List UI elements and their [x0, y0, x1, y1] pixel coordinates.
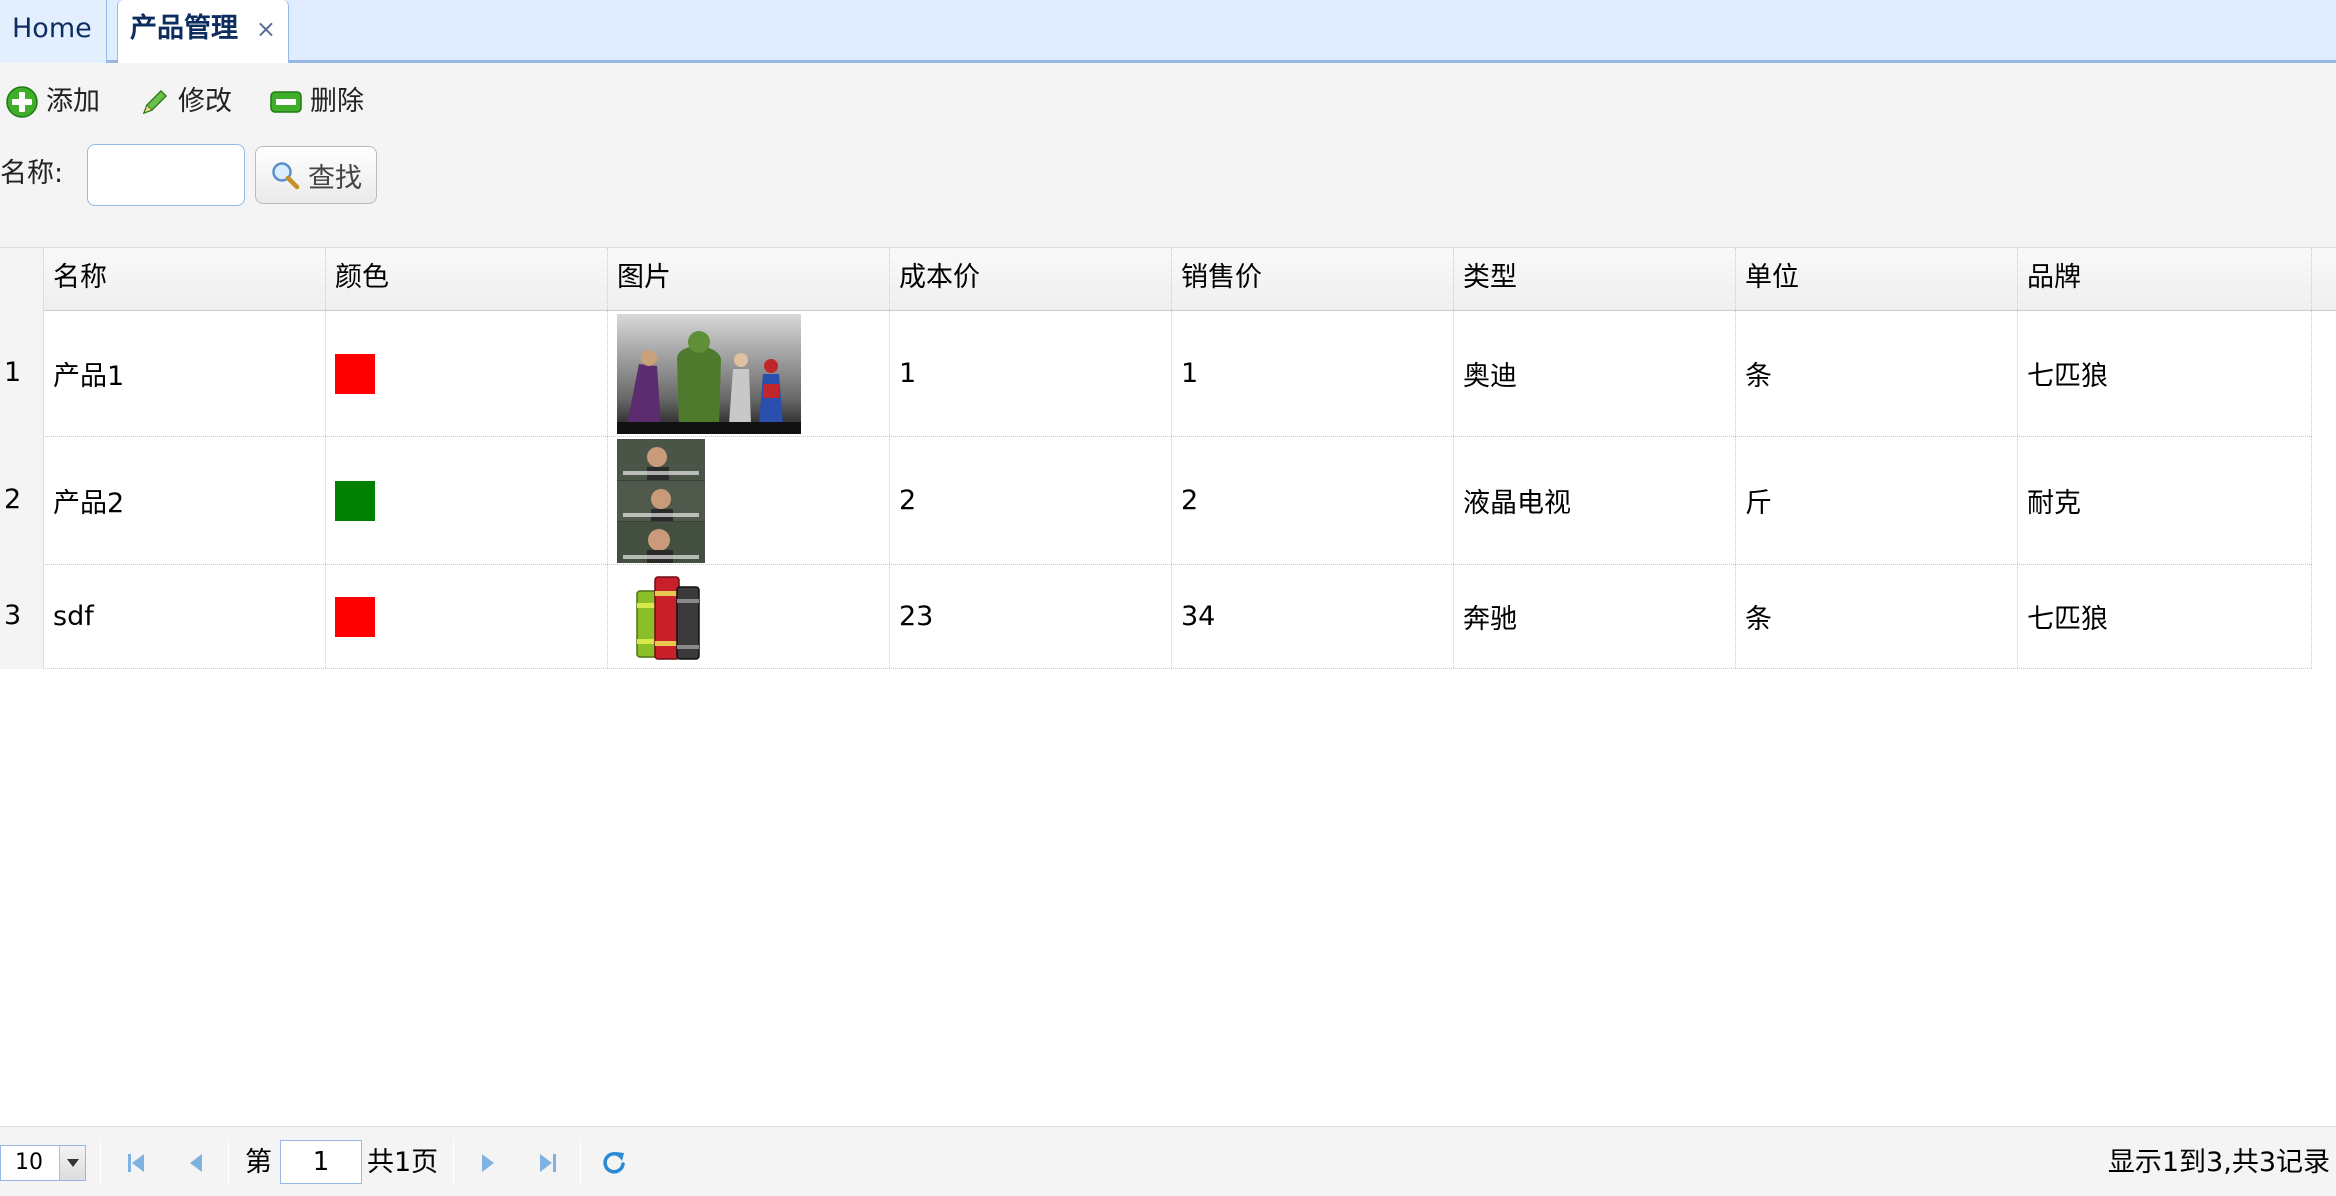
- cell-type: 液晶电视: [1454, 437, 1736, 564]
- edit-button-label: 修改: [178, 86, 232, 117]
- page-size-select[interactable]: 10: [0, 1145, 86, 1181]
- column-header-color[interactable]: 颜色: [326, 248, 608, 312]
- tab-product-management[interactable]: 产品管理 ×: [117, 0, 289, 64]
- minus-icon: [270, 91, 302, 113]
- cell-price: 2: [1172, 437, 1454, 564]
- color-swatch: [335, 480, 375, 521]
- next-page-icon[interactable]: [472, 1147, 504, 1179]
- pager-separator: [100, 1139, 101, 1185]
- cell-name: sdf: [44, 565, 326, 668]
- column-header-brand[interactable]: 品牌: [2018, 248, 2312, 312]
- last-page-icon[interactable]: [532, 1147, 564, 1179]
- pager-separator: [453, 1139, 454, 1185]
- cell-cost: 23: [890, 565, 1172, 668]
- pager-separator: [580, 1139, 581, 1185]
- tab-bar: Home 产品管理 ×: [0, 0, 2336, 64]
- cell-cost: 2: [890, 437, 1172, 564]
- page-number-input[interactable]: [280, 1140, 362, 1184]
- grid-header: 名称 颜色 图片 成本价 销售价 类型 单位 品牌: [0, 247, 2336, 312]
- cell-color: [326, 565, 608, 668]
- search-button-label: 查找: [308, 162, 362, 194]
- cell-color: [326, 437, 608, 564]
- add-button-label: 添加: [46, 86, 100, 117]
- refresh-icon[interactable]: [598, 1147, 630, 1179]
- row-number-header: [0, 248, 44, 312]
- tab-product-management-label: 产品管理: [130, 13, 238, 44]
- page-total-label: 共1页: [367, 1147, 439, 1178]
- search-button[interactable]: 查找: [255, 146, 377, 204]
- cell-color: [326, 311, 608, 436]
- pencil-icon: [142, 89, 168, 115]
- cell-unit: 条: [1736, 311, 2018, 436]
- cell-type: 奥迪: [1454, 311, 1736, 436]
- product-image-superheroes[interactable]: [617, 313, 801, 434]
- first-page-icon[interactable]: [120, 1147, 152, 1179]
- cell-price: 34: [1172, 565, 1454, 668]
- add-button[interactable]: 添加: [6, 80, 100, 124]
- column-header-cost[interactable]: 成本价: [890, 248, 1172, 312]
- row-number: 2: [0, 437, 44, 565]
- cell-unit: 斤: [1736, 437, 2018, 564]
- column-header-image[interactable]: 图片: [608, 248, 890, 312]
- cell-image: [608, 311, 890, 436]
- table-row[interactable]: 1 产品1 1 1 奥迪 条 七匹狼: [0, 311, 2312, 437]
- cell-name: 产品1: [44, 311, 326, 436]
- search-name-label: 名称:: [0, 158, 64, 189]
- column-header-name[interactable]: 名称: [44, 248, 326, 312]
- color-swatch: [335, 353, 375, 394]
- page-size-value: 10: [15, 1150, 43, 1175]
- plus-icon: [6, 86, 38, 118]
- cell-brand: 七匹狼: [2018, 311, 2312, 436]
- magnifier-icon: [272, 162, 300, 190]
- cell-unit: 条: [1736, 565, 2018, 668]
- product-image-faces[interactable]: [617, 438, 705, 563]
- row-number: 3: [0, 565, 44, 669]
- delete-button[interactable]: 删除: [270, 80, 364, 124]
- pager-separator: [228, 1139, 229, 1185]
- delete-button-label: 删除: [310, 86, 364, 117]
- tab-home[interactable]: Home: [0, 0, 107, 63]
- column-header-unit[interactable]: 单位: [1736, 248, 2018, 312]
- row-number: 1: [0, 311, 44, 437]
- tab-close-icon[interactable]: ×: [256, 0, 276, 58]
- cell-image: [608, 565, 890, 668]
- cell-cost: 1: [890, 311, 1172, 436]
- cell-name: 产品2: [44, 437, 326, 564]
- column-header-price[interactable]: 销售价: [1172, 248, 1454, 312]
- previous-page-icon[interactable]: [180, 1147, 212, 1179]
- cell-brand: 七匹狼: [2018, 565, 2312, 668]
- pager-info-text: 显示1到3,共3记录: [2107, 1147, 2330, 1178]
- tab-home-label: Home: [12, 13, 92, 44]
- edit-button[interactable]: 修改: [140, 80, 232, 124]
- cell-type: 奔驰: [1454, 565, 1736, 668]
- table-row[interactable]: 3 sdf 23 34 奔驰 条 七匹狼: [0, 565, 2312, 669]
- pagination-bar: 10 第 共1页 显示1到3,共3记录: [0, 1126, 2336, 1196]
- color-swatch: [335, 596, 375, 637]
- cell-price: 1: [1172, 311, 1454, 436]
- cell-image: [608, 437, 890, 564]
- cell-brand: 耐克: [2018, 437, 2312, 564]
- table-row[interactable]: 2 产品2 2 2 液晶电视 斤 耐克: [0, 437, 2312, 565]
- chevron-down-icon[interactable]: [59, 1146, 85, 1180]
- page-prefix-label: 第: [245, 1147, 272, 1178]
- column-header-type[interactable]: 类型: [1454, 248, 1736, 312]
- search-name-input[interactable]: [87, 144, 245, 206]
- books-icon[interactable]: [623, 569, 711, 665]
